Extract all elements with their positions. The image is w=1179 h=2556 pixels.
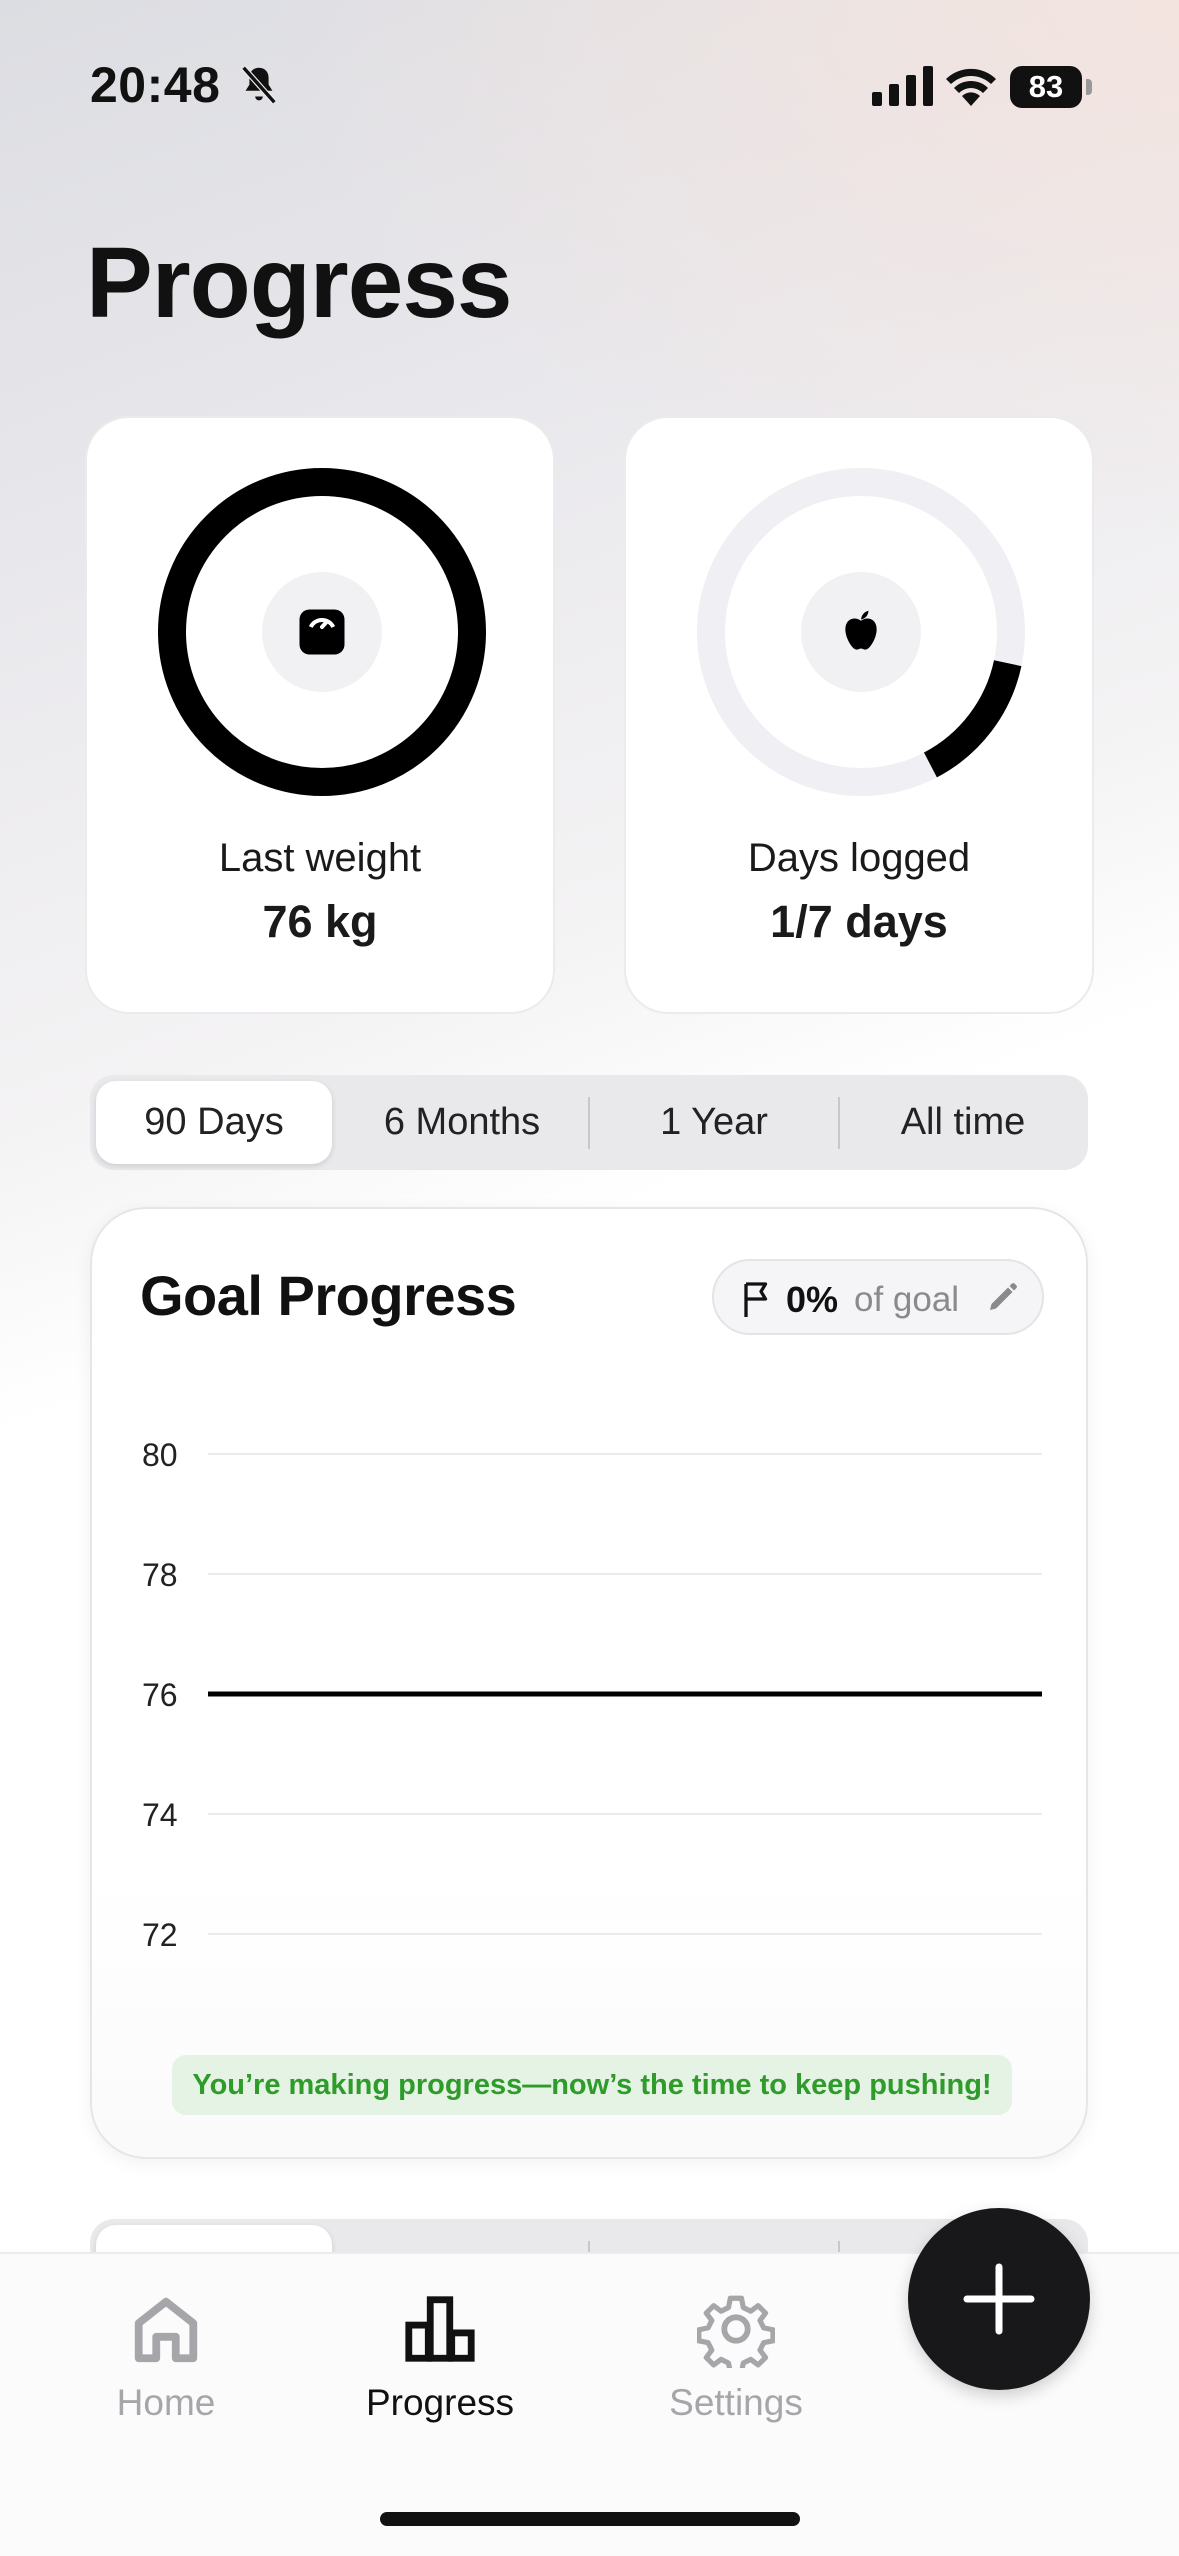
apple-icon-badge bbox=[801, 572, 921, 692]
y-tick-label: 78 bbox=[142, 1557, 178, 1593]
segment-divider bbox=[588, 1097, 590, 1149]
goal-title: Goal Progress bbox=[140, 1264, 517, 1327]
goal-progress-card: 80 78 76 74 72 Goal Progress 0% of goal You’… bbox=[90, 1207, 1088, 2159]
range-tab-6-months[interactable]: 6 Months bbox=[342, 1081, 582, 1164]
stat-value: 1/7 days bbox=[770, 896, 948, 947]
y-tick-label: 80 bbox=[142, 1437, 178, 1473]
last-weight-card[interactable]: Last weight 76 kg bbox=[85, 416, 555, 1014]
y-tick-label: 74 bbox=[142, 1797, 178, 1833]
y-tick-label: 76 bbox=[142, 1677, 178, 1713]
scale-icon-badge bbox=[262, 572, 382, 692]
tab-progress[interactable]: Progress bbox=[330, 2290, 550, 2440]
add-entry-button[interactable] bbox=[908, 2208, 1090, 2390]
tab-home[interactable]: Home bbox=[56, 2290, 276, 2440]
cellular-signal-icon bbox=[872, 66, 933, 106]
range-tab-all-time[interactable]: All time bbox=[844, 1081, 1082, 1164]
stat-label: Last weight bbox=[218, 836, 422, 880]
range-tab-1-year[interactable]: 1 Year bbox=[594, 1081, 834, 1164]
page-title: Progress bbox=[86, 227, 513, 339]
home-indicator bbox=[380, 2512, 800, 2526]
scale-icon bbox=[299, 609, 345, 655]
tab-settings[interactable]: Settings bbox=[626, 2290, 846, 2440]
range-segmented-control: 90 Days 6 Months 1 Year All time bbox=[90, 1075, 1088, 1170]
y-tick-label: 72 bbox=[142, 1917, 178, 1953]
apple-icon bbox=[845, 610, 877, 650]
bar-chart-icon bbox=[405, 2296, 475, 2362]
goal-percent: 0% bbox=[786, 1279, 839, 1320]
status-bar: 20:48 83 bbox=[0, 0, 1179, 170]
flag-icon bbox=[744, 1282, 768, 1317]
wifi-icon bbox=[946, 68, 996, 106]
plus-icon bbox=[963, 2263, 1035, 2335]
battery-icon: 83 bbox=[1010, 66, 1092, 108]
tab-progress-label: Progress bbox=[365, 2382, 515, 2423]
pencil-icon bbox=[990, 1283, 1017, 1310]
tab-settings-label: Settings bbox=[669, 2382, 803, 2423]
stat-value: 76 kg bbox=[262, 896, 378, 947]
gear-icon bbox=[697, 2295, 775, 2368]
stat-label: Days logged bbox=[747, 836, 971, 880]
tab-home-label: Home bbox=[116, 2382, 216, 2423]
motivation-banner: You’re making progress—now’s the time to… bbox=[172, 2055, 1012, 2115]
days-logged-card[interactable]: Days logged 1/7 days bbox=[624, 416, 1094, 1014]
silent-bell-icon bbox=[241, 65, 277, 105]
range-tab-90-days[interactable]: 90 Days bbox=[96, 1081, 332, 1164]
status-time: 20:48 bbox=[90, 57, 221, 113]
goal-chart: 80 78 76 74 72 bbox=[142, 1437, 1042, 1953]
home-icon bbox=[134, 2297, 198, 2363]
edit-goal-pill[interactable]: 0% of goal bbox=[712, 1259, 1044, 1335]
goal-of-label: of goal bbox=[854, 1280, 960, 1319]
segment-divider bbox=[838, 1097, 840, 1149]
battery-level: 83 bbox=[1010, 66, 1082, 108]
